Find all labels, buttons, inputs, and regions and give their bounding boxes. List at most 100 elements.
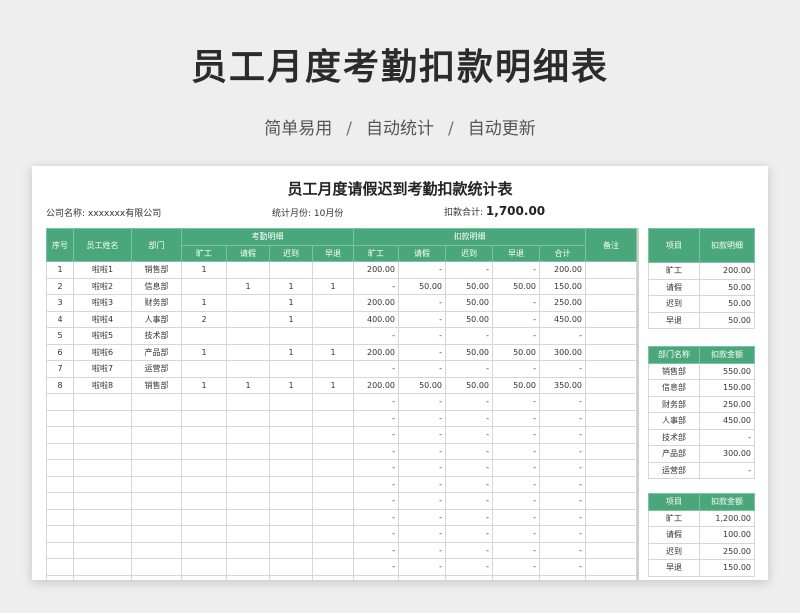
cell-att-leave[interactable] [226, 310, 270, 328]
cell-dept[interactable] [131, 393, 182, 411]
cell-name[interactable]: 啦啦5 [73, 327, 132, 345]
cell-ded-absent[interactable]: - [353, 327, 399, 345]
side-cell-label[interactable]: 早退 [648, 559, 700, 577]
cell-att-early[interactable]: 1 [312, 277, 354, 295]
cell-remark[interactable] [585, 492, 637, 510]
cell-att-leave[interactable] [226, 409, 270, 427]
cell-att-absent[interactable] [181, 426, 227, 444]
side-cell-label[interactable]: 财务部 [648, 395, 700, 413]
cell-ded-late[interactable]: - [445, 475, 493, 493]
cell-att-absent[interactable]: 1 [181, 261, 227, 279]
cell-no[interactable] [46, 393, 74, 411]
cell-att-leave[interactable] [226, 294, 270, 312]
side-cell-amount[interactable]: - [699, 461, 755, 479]
cell-att-absent[interactable]: 1 [181, 343, 227, 361]
cell-att-early[interactable] [312, 525, 354, 543]
cell-att-early[interactable] [312, 360, 354, 378]
cell-ded-leave[interactable]: - [398, 558, 446, 576]
cell-att-absent[interactable]: 1 [181, 376, 227, 394]
cell-att-leave[interactable] [226, 492, 270, 510]
cell-ded-late[interactable]: - [445, 508, 493, 526]
cell-ded-early[interactable]: 50.00 [492, 376, 540, 394]
cell-ded-late[interactable]: - [445, 558, 493, 576]
cell-dept[interactable]: 财务部 [131, 294, 182, 312]
cell-ded-absent[interactable]: - [353, 277, 399, 295]
cell-ded-late[interactable]: 50.00 [445, 376, 493, 394]
cell-name[interactable]: 啦啦2 [73, 277, 132, 295]
cell-dept[interactable]: 技术部 [131, 327, 182, 345]
cell-dept[interactable] [131, 409, 182, 427]
cell-att-early[interactable]: 1 [312, 376, 354, 394]
side-cell-label[interactable]: 人事部 [648, 412, 700, 430]
cell-ded-early[interactable]: - [492, 525, 540, 543]
cell-no[interactable] [46, 508, 74, 526]
cell-att-leave[interactable] [226, 525, 270, 543]
side-cell-label[interactable]: 技术部 [648, 428, 700, 446]
cell-ded-early[interactable]: - [492, 475, 540, 493]
cell-att-absent[interactable] [181, 508, 227, 526]
cell-ded-early[interactable]: - [492, 426, 540, 444]
cell-att-absent[interactable] [181, 360, 227, 378]
cell-att-late[interactable] [269, 525, 313, 543]
cell-remark[interactable] [585, 327, 637, 345]
cell-no[interactable] [46, 426, 74, 444]
cell-ded-total[interactable]: 200.00 [539, 261, 586, 279]
cell-att-late[interactable] [269, 426, 313, 444]
cell-no[interactable]: 3 [46, 294, 74, 312]
cell-ded-early[interactable]: - [492, 310, 540, 328]
cell-att-early[interactable] [312, 508, 354, 526]
cell-att-absent[interactable] [181, 525, 227, 543]
cell-name[interactable] [73, 459, 132, 477]
cell-ded-absent[interactable]: - [353, 442, 399, 460]
side-cell-label[interactable]: 旷工 [648, 262, 700, 280]
cell-dept[interactable] [131, 459, 182, 477]
cell-att-late[interactable] [269, 541, 313, 559]
cell-ded-late[interactable]: - [445, 393, 493, 411]
cell-ded-early[interactable]: - [492, 541, 540, 559]
cell-dept[interactable]: 销售部 [131, 261, 182, 279]
cell-dept[interactable]: 销售部 [131, 376, 182, 394]
cell-ded-early[interactable]: - [492, 459, 540, 477]
cell-remark[interactable] [585, 409, 637, 427]
side-cell-amount[interactable]: 50.00 [699, 311, 755, 329]
cell-att-absent[interactable]: 1 [181, 294, 227, 312]
cell-no[interactable]: 7 [46, 360, 74, 378]
cell-att-early[interactable] [312, 327, 354, 345]
cell-no[interactable]: 6 [46, 343, 74, 361]
cell-ded-leave[interactable]: - [398, 360, 446, 378]
cell-att-leave[interactable] [226, 261, 270, 279]
cell-att-early[interactable] [312, 310, 354, 328]
cell-dept[interactable] [131, 508, 182, 526]
cell-name[interactable] [73, 442, 132, 460]
cell-ded-total[interactable]: - [539, 574, 586, 580]
cell-ded-late[interactable]: - [445, 459, 493, 477]
cell-name[interactable]: 啦啦4 [73, 310, 132, 328]
cell-att-early[interactable] [312, 541, 354, 559]
cell-att-absent[interactable] [181, 492, 227, 510]
cell-ded-late[interactable]: - [445, 442, 493, 460]
cell-dept[interactable] [131, 442, 182, 460]
cell-att-late[interactable]: 1 [269, 343, 313, 361]
side-cell-amount[interactable]: 50.00 [699, 295, 755, 313]
cell-ded-leave[interactable]: - [398, 409, 446, 427]
cell-ded-leave[interactable]: 50.00 [398, 376, 446, 394]
cell-att-leave[interactable]: 1 [226, 277, 270, 295]
cell-att-absent[interactable] [181, 327, 227, 345]
cell-ded-absent[interactable]: 200.00 [353, 261, 399, 279]
cell-ded-late[interactable]: - [445, 327, 493, 345]
cell-att-early[interactable] [312, 558, 354, 576]
cell-att-early[interactable] [312, 459, 354, 477]
side-cell-amount[interactable]: 150.00 [699, 379, 755, 397]
side-cell-amount[interactable]: 300.00 [699, 445, 755, 463]
cell-ded-absent[interactable]: - [353, 574, 399, 580]
cell-att-absent[interactable] [181, 574, 227, 580]
cell-remark[interactable] [585, 277, 637, 295]
cell-ded-late[interactable]: - [445, 492, 493, 510]
cell-att-late[interactable] [269, 360, 313, 378]
cell-att-early[interactable] [312, 492, 354, 510]
cell-ded-early[interactable]: - [492, 508, 540, 526]
cell-remark[interactable] [585, 442, 637, 460]
cell-ded-early[interactable]: - [492, 558, 540, 576]
cell-no[interactable]: 1 [46, 261, 74, 279]
cell-att-late[interactable] [269, 393, 313, 411]
